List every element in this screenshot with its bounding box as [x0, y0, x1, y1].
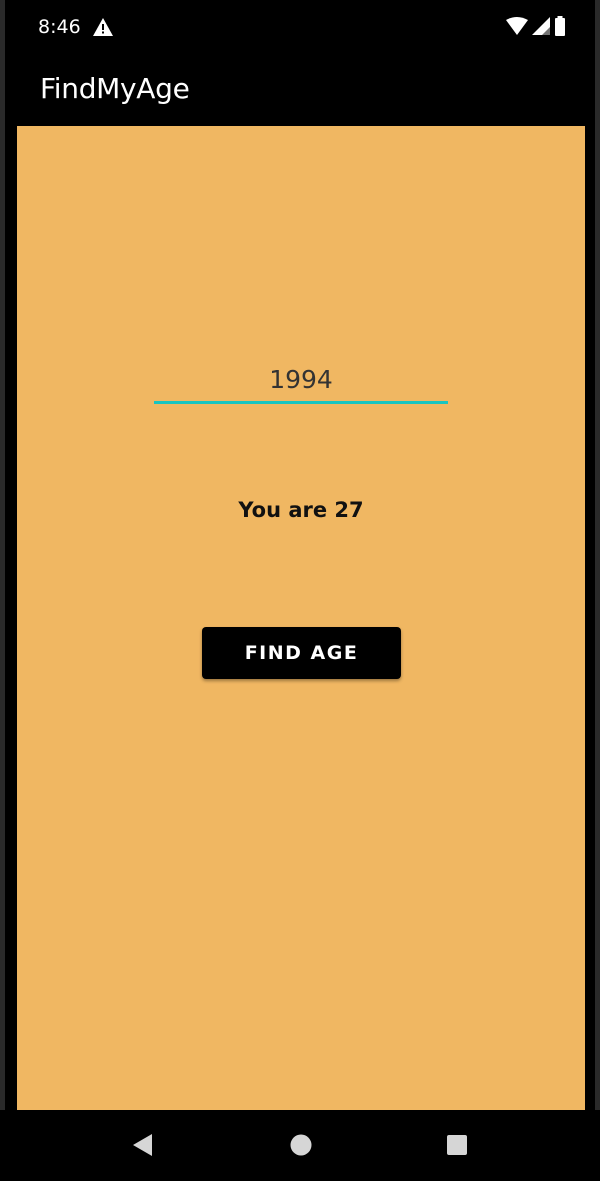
- find-age-button[interactable]: FIND AGE: [202, 627, 401, 679]
- device-frame-right: [595, 0, 600, 1181]
- device-screen: 8:46 FindMyAge 1994 You are 27 FIND AGE: [0, 0, 600, 1181]
- battery-icon: [554, 15, 566, 41]
- main-content: You are 27 FIND AGE: [17, 126, 585, 1110]
- warning-icon: [93, 18, 113, 36]
- status-time: 8:46: [38, 16, 81, 38]
- status-bar: 8:46: [0, 0, 600, 58]
- birth-year-input[interactable]: [154, 358, 448, 404]
- back-icon[interactable]: [128, 1130, 158, 1160]
- app-bar: FindMyAge: [0, 58, 600, 126]
- navigation-bar: [0, 1110, 600, 1181]
- signal-icon: [532, 16, 550, 40]
- home-icon[interactable]: [286, 1130, 316, 1160]
- app-title: FindMyAge: [40, 72, 190, 105]
- recents-icon[interactable]: [442, 1130, 472, 1160]
- age-result-text: You are 27: [238, 498, 364, 522]
- wifi-icon: [506, 16, 528, 40]
- device-frame-left: [0, 0, 5, 1181]
- status-icons: [506, 15, 566, 41]
